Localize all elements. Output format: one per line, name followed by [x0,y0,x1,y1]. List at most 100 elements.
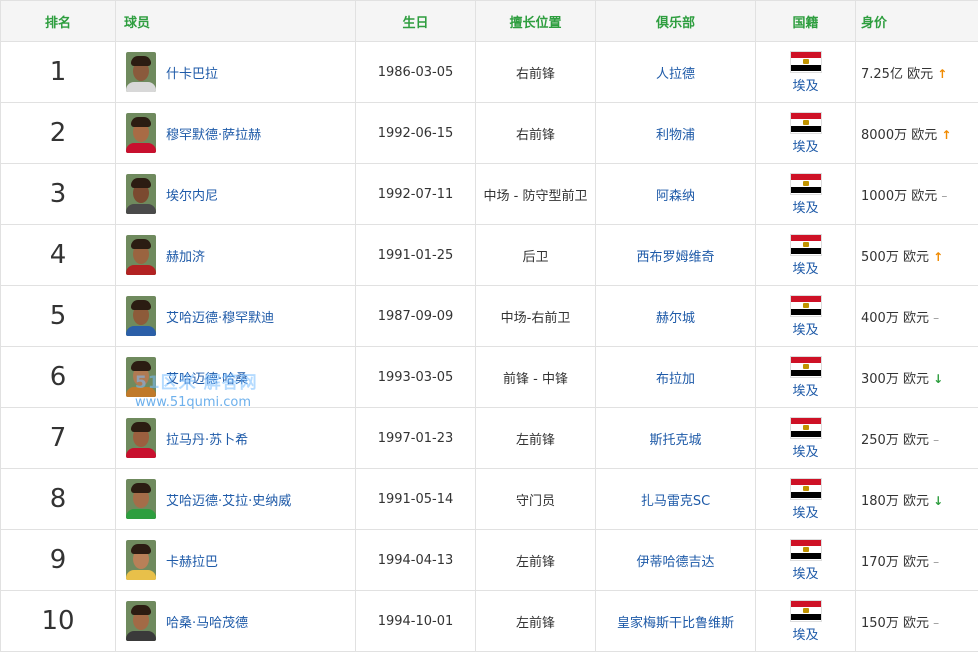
player-avatar[interactable] [126,601,156,641]
club-link[interactable]: 西布罗姆维奇 [636,250,714,265]
player-name-link[interactable]: 哈桑·马哈茂德 [166,612,248,631]
trend-flat-icon: – [933,554,940,569]
birth-cell: 1994-04-13 [355,529,476,591]
nationality-link[interactable]: 埃及 [792,628,818,643]
table-row: 7 拉马丹·苏卜希 1997-01-23 左前锋 斯托克城 埃及 250万 欧元… [0,407,978,469]
player-name-link[interactable]: 什卡巴拉 [166,63,218,82]
position-cell: 守门员 [475,468,596,530]
position-cell: 中场 - 防守型前卫 [475,163,596,225]
egypt-flag-icon [789,416,822,439]
player-avatar[interactable] [126,52,156,92]
ranking-page: 排名 球员 生日 擅长位置 俱乐部 国籍 身价 1 什卡巴拉 1986-03-0… [0,0,978,653]
header-nationality: 国籍 [755,0,856,42]
club-link[interactable]: 阿森纳 [656,189,695,204]
club-cell: 斯托克城 [595,407,756,469]
player-avatar[interactable] [126,113,156,153]
rank-cell: 9 [0,529,116,591]
club-link[interactable]: 赫尔城 [656,311,695,326]
nationality-link[interactable]: 埃及 [792,384,818,399]
trend-flat-icon: – [941,188,948,203]
nationality-link[interactable]: 埃及 [792,323,818,338]
table-row: 2 穆罕默德·萨拉赫 1992-06-15 右前锋 利物浦 埃及 8000万 欧… [0,102,978,164]
trend-flat-icon: – [933,310,940,325]
table-row: 1 什卡巴拉 1986-03-05 右前锋 人拉德 埃及 7.25亿 欧元 ↑ [0,41,978,103]
player-cell: 艾哈迈德·穆罕默迪 [115,285,356,347]
birth-cell: 1986-03-05 [355,41,476,103]
value-cell: 250万 欧元 – [855,407,978,469]
nationality-link[interactable]: 埃及 [792,79,818,94]
player-avatar[interactable] [126,418,156,458]
position-cell: 右前锋 [475,102,596,164]
table-row: 4 赫加济 1991-01-25 后卫 西布罗姆维奇 埃及 500万 欧元 ↑ [0,224,978,286]
nationality-link[interactable]: 埃及 [792,262,818,277]
rank-cell: 7 [0,407,116,469]
club-link[interactable]: 伊蒂哈德吉达 [636,555,714,570]
rank-cell: 2 [0,102,116,164]
nationality-link[interactable]: 埃及 [792,140,818,155]
position-cell: 左前锋 [475,590,596,652]
market-value: 250万 欧元 [861,432,929,448]
player-name-link[interactable]: 艾哈迈德·艾拉·史纳威 [166,490,291,509]
player-avatar[interactable] [126,174,156,214]
rank-cell: 5 [0,285,116,347]
club-cell: 利物浦 [595,102,756,164]
player-avatar[interactable] [126,357,156,397]
player-name-link[interactable]: 卡赫拉巴 [166,551,218,570]
player-cell: 埃尔内尼 [115,163,356,225]
nationality-link[interactable]: 埃及 [792,201,818,216]
market-value: 300万 欧元 [861,371,929,387]
club-link[interactable]: 人拉德 [656,67,695,82]
trend-down-icon: ↓ [933,493,944,508]
nationality-cell: 埃及 [755,102,856,164]
egypt-flag-icon [789,111,822,134]
market-value: 1000万 欧元 [861,188,938,204]
player-avatar[interactable] [126,296,156,336]
value-cell: 500万 欧元 ↑ [855,224,978,286]
trend-flat-icon: – [933,432,940,447]
player-name-link[interactable]: 穆罕默德·萨拉赫 [166,124,261,143]
club-link[interactable]: 布拉加 [656,372,695,387]
nationality-cell: 埃及 [755,590,856,652]
market-value: 7.25亿 欧元 [861,66,934,82]
nationality-cell: 埃及 [755,529,856,591]
nationality-link[interactable]: 埃及 [792,445,818,460]
player-cell: 穆罕默德·萨拉赫 [115,102,356,164]
rank-cell: 6 [0,346,116,408]
value-cell: 150万 欧元 – [855,590,978,652]
trend-flat-icon: – [933,615,940,630]
nationality-cell: 埃及 [755,346,856,408]
club-link[interactable]: 皇家梅斯干比鲁维斯 [617,616,734,631]
club-link[interactable]: 利物浦 [656,128,695,143]
player-avatar[interactable] [126,540,156,580]
table-row: 10 哈桑·马哈茂德 1994-10-01 左前锋 皇家梅斯干比鲁维斯 埃及 1… [0,590,978,652]
market-value: 500万 欧元 [861,249,929,265]
nationality-cell: 埃及 [755,407,856,469]
nationality-link[interactable]: 埃及 [792,567,818,582]
header-value: 身价 [855,0,978,42]
club-link[interactable]: 斯托克城 [649,433,701,448]
player-cell: 哈桑·马哈茂德 [115,590,356,652]
value-cell: 8000万 欧元 ↑ [855,102,978,164]
table-row: 5 艾哈迈德·穆罕默迪 1987-09-09 中场-右前卫 赫尔城 埃及 400… [0,285,978,347]
birth-cell: 1997-01-23 [355,407,476,469]
player-avatar[interactable] [126,235,156,275]
player-cell: 艾哈迈德·艾拉·史纳威 [115,468,356,530]
position-cell: 中场-右前卫 [475,285,596,347]
birth-cell: 1991-05-14 [355,468,476,530]
nationality-link[interactable]: 埃及 [792,506,818,521]
player-cell: 艾哈迈德·哈桑 [115,346,356,408]
player-avatar[interactable] [126,479,156,519]
value-cell: 180万 欧元 ↓ [855,468,978,530]
player-cell: 拉马丹·苏卜希 [115,407,356,469]
player-name-link[interactable]: 埃尔内尼 [166,185,218,204]
market-value: 8000万 欧元 [861,127,938,143]
birth-cell: 1994-10-01 [355,590,476,652]
club-link[interactable]: 扎马雷克SC [641,494,710,509]
player-name-link[interactable]: 赫加济 [166,246,205,265]
player-name-link[interactable]: 艾哈迈德·穆罕默迪 [166,307,274,326]
player-name-link[interactable]: 艾哈迈德·哈桑 [166,368,248,387]
table-row: 9 卡赫拉巴 1994-04-13 左前锋 伊蒂哈德吉达 埃及 170万 欧元 … [0,529,978,591]
egypt-flag-icon [789,50,822,73]
player-cell: 卡赫拉巴 [115,529,356,591]
player-name-link[interactable]: 拉马丹·苏卜希 [166,429,248,448]
